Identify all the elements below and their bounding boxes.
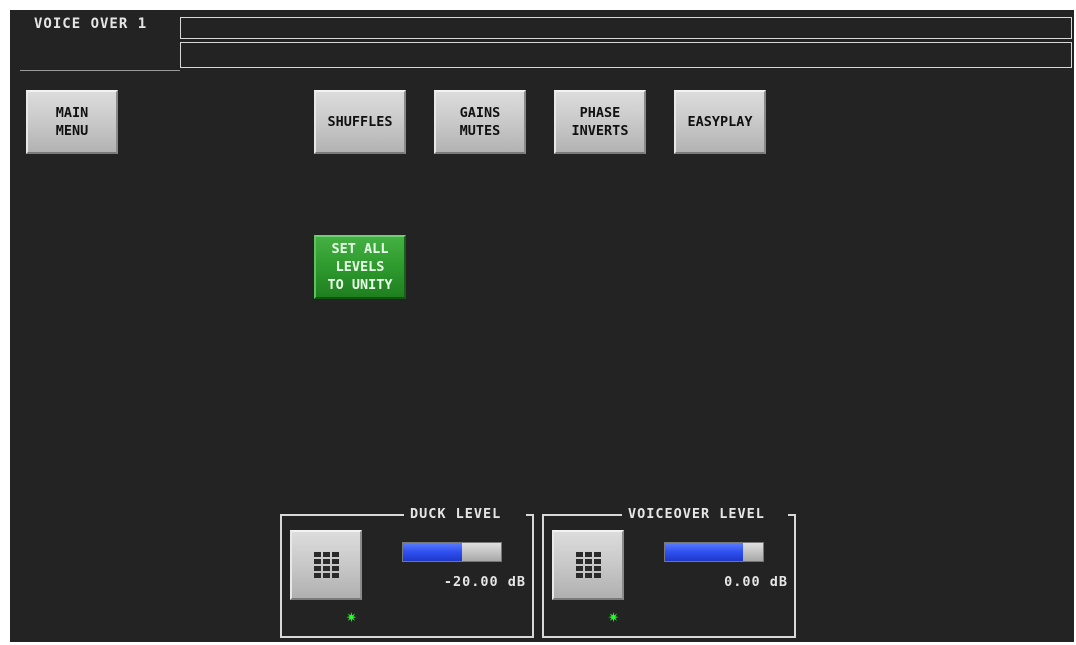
easyplay-button[interactable]: EASYPLAY — [674, 90, 766, 154]
voiceover-level-value: 0.00 dB — [724, 574, 788, 590]
panel-border — [788, 514, 796, 522]
panel-border — [526, 514, 534, 522]
header-field-bottom — [180, 42, 1072, 68]
duck-level-bar-fill — [403, 543, 462, 561]
keypad-icon — [313, 552, 339, 578]
main-menu-button[interactable]: MAIN MENU — [26, 90, 118, 154]
header-field-top — [180, 17, 1072, 39]
voiceover-level-keypad-button[interactable] — [552, 530, 624, 600]
duck-level-panel: DUCK LEVEL ✷ -20.00 dB — [280, 506, 534, 638]
panel-border — [542, 514, 622, 516]
title-divider — [20, 70, 180, 71]
set-all-levels-to-unity-button[interactable]: SET ALL LEVELS TO UNITY — [314, 235, 406, 299]
voice-over-screen: VOICE OVER 1 MAIN MENU SHUFFLES GAINS MU… — [10, 10, 1074, 642]
voiceover-level-label: VOICEOVER LEVEL — [628, 506, 765, 522]
shuffles-button[interactable]: SHUFFLES — [314, 90, 406, 154]
voiceover-level-panel: VOICEOVER LEVEL ✷ 0.00 dB — [542, 506, 796, 638]
duck-level-keypad-button[interactable] — [290, 530, 362, 600]
keypad-icon — [575, 552, 601, 578]
voiceover-status-led-icon: ✷ — [608, 606, 619, 627]
duck-level-value: -20.00 dB — [443, 574, 526, 590]
page-title: VOICE OVER 1 — [34, 16, 148, 32]
duck-status-led-icon: ✷ — [346, 606, 357, 627]
phase-inverts-button[interactable]: PHASE INVERTS — [554, 90, 646, 154]
gains-mutes-button[interactable]: GAINS MUTES — [434, 90, 526, 154]
voiceover-level-bar-fill — [665, 543, 744, 561]
duck-level-bar[interactable] — [402, 542, 502, 562]
duck-level-label: DUCK LEVEL — [410, 506, 502, 522]
voiceover-level-bar[interactable] — [664, 542, 764, 562]
panel-border — [280, 514, 404, 516]
